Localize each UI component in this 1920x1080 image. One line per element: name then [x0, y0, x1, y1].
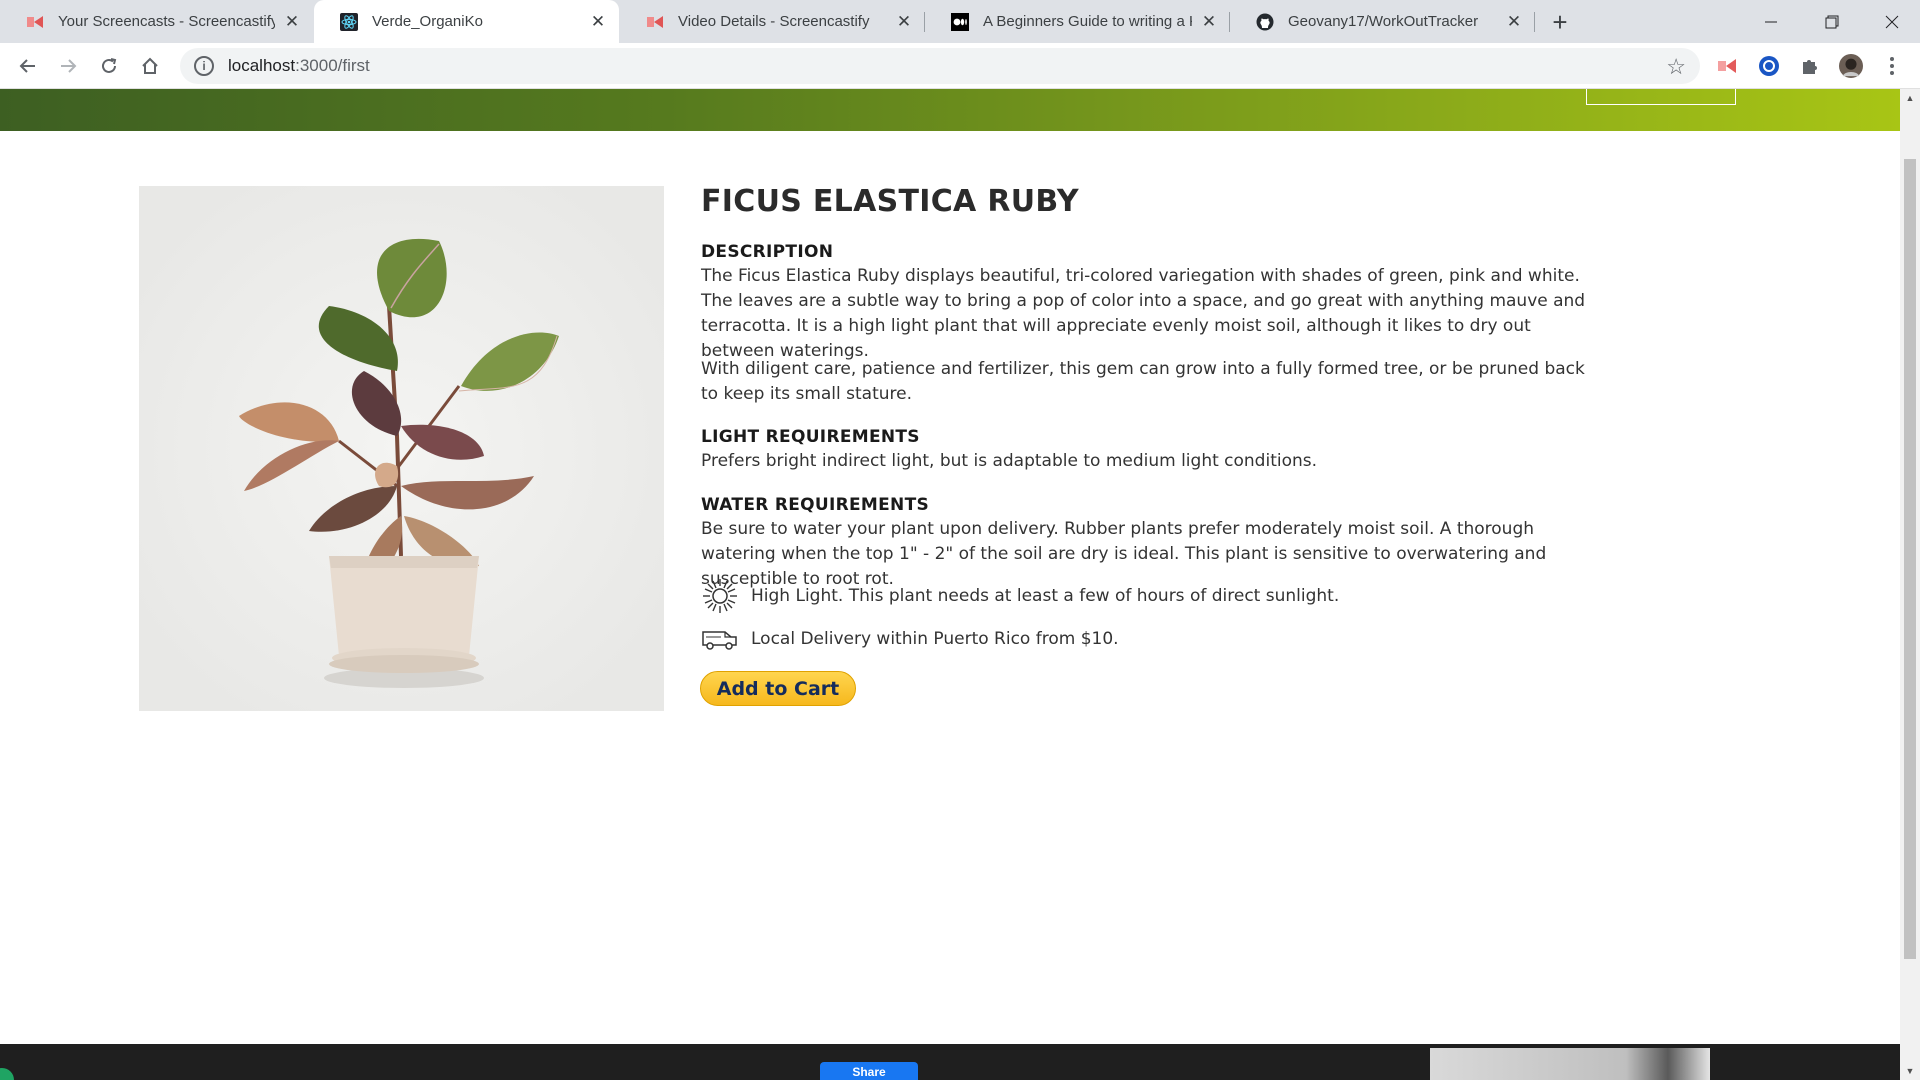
tab-title: Geovany17/WorkOutTracker	[1288, 13, 1479, 30]
product-image	[139, 186, 664, 711]
close-icon[interactable]: ✕	[1200, 12, 1218, 31]
feature-delivery-text: Local Delivery within Puerto Rico from $…	[751, 629, 1119, 649]
feature-high-light: High Light. This plant needs at least a …	[701, 579, 1340, 613]
description-paragraph-2: With diligent care, patience and fertili…	[701, 359, 1585, 404]
add-to-cart-button[interactable]: Add to Cart	[700, 671, 856, 706]
tab-beginners-guide[interactable]: A Beginners Guide to writing a K ✕	[925, 0, 1230, 43]
close-window-button[interactable]	[1864, 0, 1920, 43]
scroll-up-arrow-icon[interactable]: ▲	[1904, 91, 1916, 105]
scroll-down-arrow-icon[interactable]: ▼	[1904, 1064, 1916, 1078]
description-heading: DESCRIPTION	[701, 242, 834, 262]
screencastify-icon	[26, 13, 44, 31]
github-icon	[1256, 13, 1274, 31]
hero-outline-button[interactable]	[1586, 89, 1736, 105]
browser-toolbar: i localhost:3000/first ☆	[0, 43, 1920, 89]
feature-delivery: Local Delivery within Puerto Rico from $…	[701, 623, 1119, 655]
description-paragraph-1: The Ficus Elastica Ruby displays beautif…	[701, 266, 1586, 361]
page-scrollbar[interactable]: ▲ ▼	[1900, 89, 1920, 1080]
tab-verde-organiko[interactable]: Verde_OrganiKo ✕	[314, 0, 619, 43]
scrollbar-thumb[interactable]	[1904, 159, 1916, 959]
extension-circle-icon[interactable]	[1757, 54, 1781, 78]
tab-workout-tracker[interactable]: Geovany17/WorkOutTracker ✕	[1230, 0, 1535, 43]
back-button[interactable]	[13, 51, 43, 81]
reload-button[interactable]	[94, 51, 124, 81]
tab-title: A Beginners Guide to writing a K	[983, 13, 1192, 30]
tab-video-details[interactable]: Video Details - Screencastify ✕	[620, 0, 925, 43]
webcam-overlay	[1430, 1048, 1710, 1080]
facebook-share-button[interactable]: Share	[820, 1062, 918, 1080]
restore-button[interactable]	[1804, 0, 1860, 43]
page-viewport: FICUS ELASTICA RUBY DESCRIPTION The Ficu…	[0, 89, 1900, 1080]
page-footer: Share	[0, 1044, 1900, 1080]
tab-title: Verde_OrganiKo	[372, 13, 483, 30]
extensions-puzzle-icon[interactable]	[1798, 54, 1822, 78]
address-bar[interactable]: i localhost:3000/first ☆	[180, 48, 1700, 84]
minimize-button[interactable]	[1743, 0, 1799, 43]
sun-icon	[701, 579, 739, 613]
tab-title: Video Details - Screencastify	[678, 13, 870, 30]
hero-banner	[0, 89, 1900, 131]
bookmark-star-icon[interactable]: ☆	[1666, 54, 1686, 80]
medium-icon	[951, 12, 969, 31]
react-icon	[340, 12, 358, 31]
ficus-plant-illustration	[139, 186, 664, 711]
new-tab-button[interactable]: +	[1546, 7, 1574, 37]
url-text[interactable]: localhost:3000/first	[228, 56, 370, 76]
close-icon[interactable]: ✕	[589, 12, 607, 31]
info-icon[interactable]: i	[194, 56, 214, 76]
chat-bubble-icon[interactable]	[0, 1068, 14, 1080]
light-requirements-heading: LIGHT REQUIREMENTS	[701, 427, 920, 447]
tab-screencasts[interactable]: Your Screencasts - Screencastify ✕	[0, 0, 313, 43]
profile-avatar[interactable]	[1839, 54, 1863, 78]
tab-title: Your Screencasts - Screencastify	[58, 13, 275, 30]
browser-tabstrip: Your Screencasts - Screencastify ✕ Verde…	[0, 0, 1920, 43]
light-requirements-text: Prefers bright indirect light, but is ad…	[701, 451, 1318, 471]
delivery-van-icon	[701, 623, 739, 655]
home-button[interactable]	[135, 51, 165, 81]
forward-button[interactable]	[53, 51, 83, 81]
close-icon[interactable]: ✕	[283, 12, 301, 31]
feature-high-light-text: High Light. This plant needs at least a …	[751, 586, 1340, 606]
screencastify-extension-icon[interactable]	[1715, 54, 1739, 78]
menu-kebab-icon[interactable]	[1880, 54, 1904, 78]
close-icon[interactable]: ✕	[1505, 12, 1523, 31]
share-label: Share	[852, 1065, 886, 1079]
screencastify-icon	[646, 13, 664, 31]
product-title: FICUS ELASTICA RUBY	[701, 184, 1079, 219]
tab-separator	[1534, 12, 1535, 32]
close-icon[interactable]: ✕	[895, 12, 913, 31]
water-requirements-heading: WATER REQUIREMENTS	[701, 495, 930, 515]
